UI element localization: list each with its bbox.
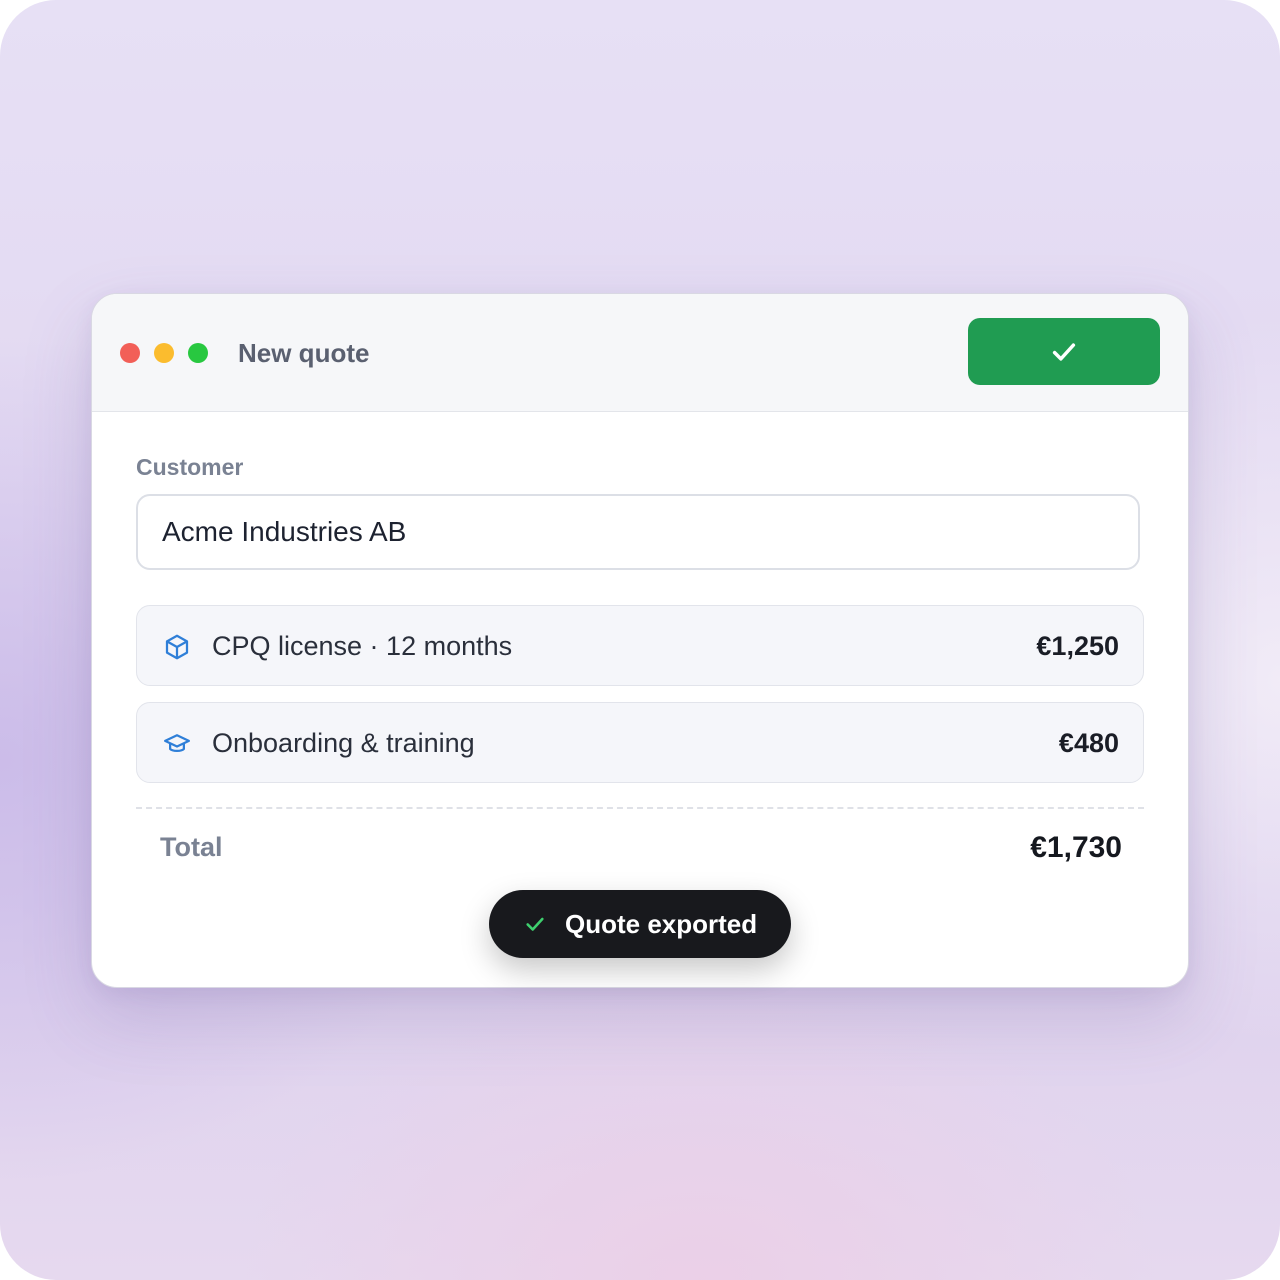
total-value: €1,730	[1030, 831, 1122, 864]
background: New quote Customer CPQ license · 12 mont…	[0, 0, 1280, 1280]
total-divider	[136, 807, 1144, 809]
customer-label: Customer	[136, 454, 244, 480]
graduation-cap-icon	[164, 734, 190, 752]
line-item-name: Onboarding & training	[212, 728, 475, 758]
total-label: Total	[160, 832, 223, 862]
close-window-button[interactable]	[120, 343, 140, 363]
line-item-price: €1,250	[1036, 631, 1119, 661]
line-item[interactable]: CPQ license · 12 months €1,250	[136, 605, 1144, 686]
confirm-button[interactable]	[968, 318, 1160, 385]
line-item-price: €480	[1058, 728, 1119, 758]
box-icon	[165, 634, 189, 660]
line-item[interactable]: Onboarding & training €480	[136, 702, 1144, 783]
title-bar: New quote	[92, 294, 1188, 412]
checkmark-icon	[526, 917, 544, 931]
zoom-window-button[interactable]	[188, 343, 208, 363]
minimize-window-button[interactable]	[154, 343, 174, 363]
window-title: New quote	[238, 338, 370, 368]
toast-message: Quote exported	[565, 909, 758, 939]
customer-input[interactable]	[136, 494, 1140, 570]
line-item-name: CPQ license · 12 months	[212, 631, 513, 661]
checkmark-icon	[1052, 342, 1076, 361]
quote-window: New quote Customer CPQ license · 12 mont…	[91, 293, 1189, 988]
export-toast: Quote exported	[489, 890, 791, 958]
